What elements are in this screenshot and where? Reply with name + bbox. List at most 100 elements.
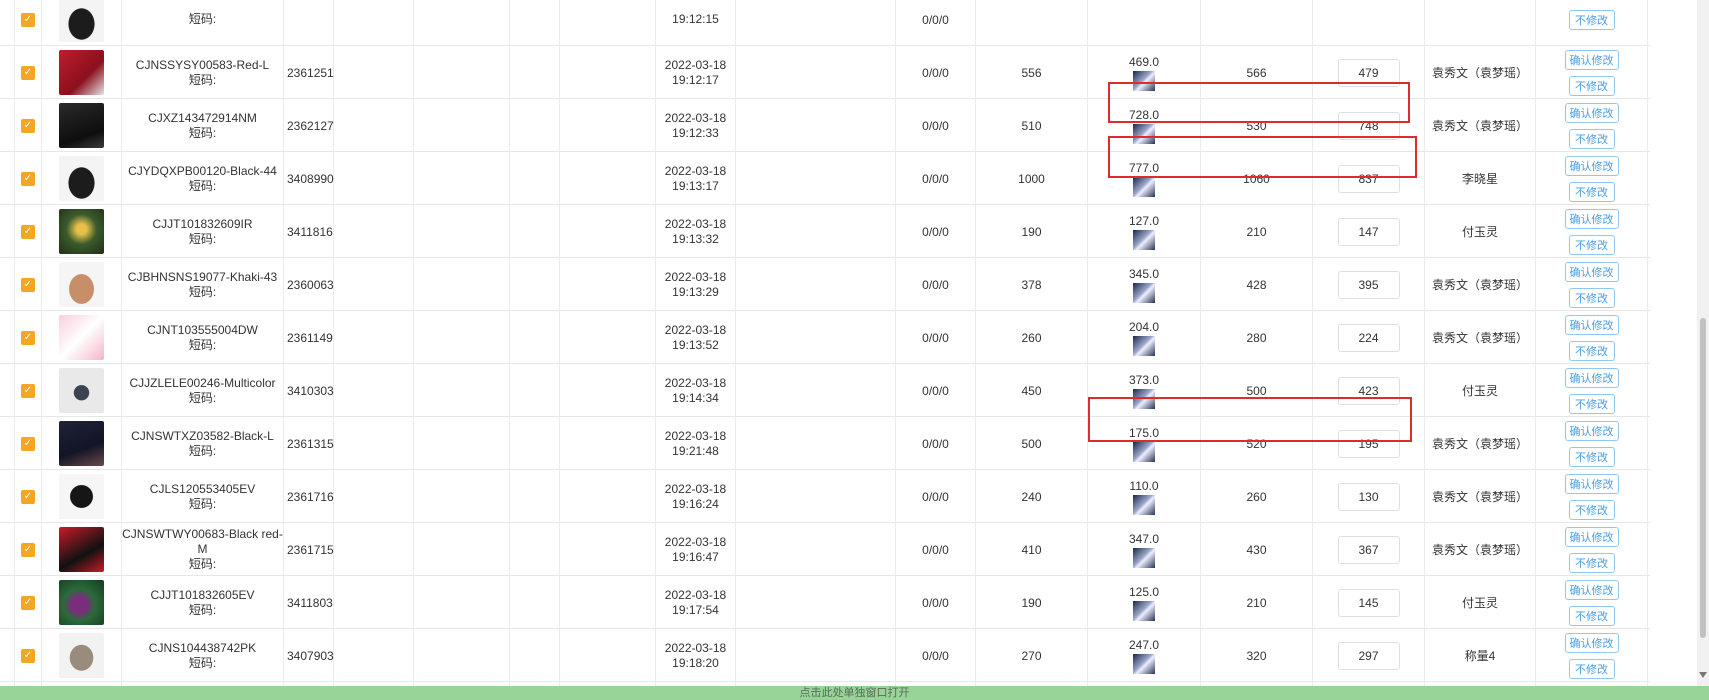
no-modify-button[interactable]: 不修改 bbox=[1568, 393, 1615, 414]
sku-text: CJJZLELE00246-Multicolor bbox=[129, 375, 276, 390]
confirm-modify-button[interactable]: 确认修改 bbox=[1564, 261, 1619, 282]
confirm-modify-button[interactable]: 确认修改 bbox=[1564, 526, 1619, 547]
weight-input[interactable]: 297 bbox=[1337, 641, 1400, 670]
highlight-box bbox=[1108, 136, 1417, 178]
weight-input[interactable]: 367 bbox=[1337, 535, 1400, 564]
confirm-modify-button[interactable]: 确认修改 bbox=[1564, 473, 1619, 494]
empty-cell bbox=[736, 417, 896, 470]
sku-text: CJBHNSNS19077-Khaki-43 bbox=[127, 269, 278, 284]
caret-down-icon[interactable] bbox=[1699, 672, 1707, 678]
confirm-modify-button[interactable]: 确认修改 bbox=[1564, 579, 1619, 600]
weight-input[interactable]: 395 bbox=[1337, 270, 1400, 299]
check-icon[interactable]: ✓ bbox=[21, 330, 35, 345]
check-icon[interactable]: ✓ bbox=[21, 383, 35, 398]
open-in-window-bar[interactable]: 点击此处单独窗口打开 bbox=[0, 686, 1709, 700]
sku-text: CJNT103555004DW bbox=[147, 322, 258, 337]
product-thumbnail bbox=[59, 0, 104, 42]
price-cell: 247.0 bbox=[1088, 629, 1201, 682]
confirm-modify-button[interactable]: 确认修改 bbox=[1564, 632, 1619, 653]
no-modify-button[interactable]: 不修改 bbox=[1568, 181, 1615, 202]
datetime-cell: 2022-03-18 19:13:29 bbox=[656, 258, 736, 311]
check-icon[interactable]: ✓ bbox=[21, 118, 35, 133]
sku-cell: CJJT101832609IR 短码: bbox=[122, 205, 284, 258]
check-icon[interactable]: ✓ bbox=[21, 65, 35, 80]
weight-photo[interactable] bbox=[1133, 229, 1155, 250]
scrollbar-thumb[interactable] bbox=[1700, 318, 1706, 638]
ratio-cell: 0/0/0 bbox=[896, 311, 976, 364]
weight-photo[interactable] bbox=[1133, 653, 1155, 674]
action-cell: 确认修改 不修改 bbox=[1536, 46, 1648, 99]
vertical-scrollbar[interactable] bbox=[1697, 0, 1709, 700]
ratio-cell: 0/0/0 bbox=[896, 629, 976, 682]
select-cell: ✓ bbox=[14, 0, 42, 46]
ratio-cell: 0/0/0 bbox=[896, 417, 976, 470]
operator-cell: 付玉灵 bbox=[1425, 364, 1536, 417]
weight-photo[interactable] bbox=[1133, 547, 1155, 568]
quantity-text: 500 bbox=[1021, 436, 1042, 451]
no-modify-button[interactable]: 不修改 bbox=[1568, 287, 1615, 308]
confirm-modify-button[interactable]: 确认修改 bbox=[1564, 102, 1619, 123]
operator-cell: 付玉灵 bbox=[1425, 205, 1536, 258]
total-cell: 260 bbox=[1201, 470, 1313, 523]
weight-photo[interactable] bbox=[1133, 335, 1155, 356]
price-cell: 204.0 bbox=[1088, 311, 1201, 364]
weight-photo[interactable] bbox=[1133, 600, 1155, 621]
confirm-modify-button[interactable]: 确认修改 bbox=[1564, 367, 1619, 388]
check-icon[interactable]: ✓ bbox=[21, 224, 35, 239]
no-modify-button[interactable]: 不修改 bbox=[1568, 234, 1615, 255]
thumbnail-cell bbox=[42, 99, 122, 152]
weight-input[interactable]: 147 bbox=[1337, 217, 1400, 246]
no-modify-button[interactable]: 不修改 bbox=[1568, 340, 1615, 361]
empty-cell bbox=[334, 205, 414, 258]
no-modify-button[interactable]: 不修改 bbox=[1568, 658, 1615, 679]
confirm-modify-button[interactable]: 确认修改 bbox=[1564, 49, 1619, 70]
short-code-label: 短码: bbox=[188, 655, 217, 670]
thumbnail-cell bbox=[42, 417, 122, 470]
weight-photo[interactable] bbox=[1133, 176, 1155, 197]
no-modify-button[interactable]: 不修改 bbox=[1568, 75, 1615, 96]
short-code-label: 短码: bbox=[188, 390, 217, 405]
check-icon[interactable]: ✓ bbox=[21, 171, 35, 186]
short-code-label: 短码: bbox=[188, 72, 217, 87]
no-modify-button[interactable]: 不修改 bbox=[1568, 446, 1615, 467]
id-cell: 2361251 bbox=[284, 46, 334, 99]
check-icon[interactable]: ✓ bbox=[21, 542, 35, 557]
id-cell: 2362127 bbox=[284, 99, 334, 152]
empty-cell bbox=[334, 576, 414, 629]
weight-photo[interactable] bbox=[1133, 441, 1155, 462]
quantity-cell: 410 bbox=[976, 523, 1088, 576]
check-icon[interactable]: ✓ bbox=[21, 595, 35, 610]
weight-photo[interactable] bbox=[1133, 494, 1155, 515]
confirm-modify-button[interactable]: 确认修改 bbox=[1564, 420, 1619, 441]
weight-input[interactable]: 224 bbox=[1337, 323, 1400, 352]
highlight-box bbox=[1088, 397, 1412, 442]
short-code-label: 短码: bbox=[188, 496, 217, 511]
check-icon[interactable]: ✓ bbox=[21, 489, 35, 504]
time-text: 19:13:29 bbox=[672, 284, 719, 299]
no-modify-button[interactable]: 不修改 bbox=[1568, 9, 1615, 30]
empty-cell bbox=[334, 99, 414, 152]
check-icon[interactable]: ✓ bbox=[21, 12, 35, 27]
id-cell: 3407903 bbox=[284, 629, 334, 682]
check-icon[interactable]: ✓ bbox=[21, 277, 35, 292]
ratio-cell: 0/0/0 bbox=[896, 46, 976, 99]
no-modify-button[interactable]: 不修改 bbox=[1568, 499, 1615, 520]
no-modify-button[interactable]: 不修改 bbox=[1568, 605, 1615, 626]
time-text: 19:16:47 bbox=[672, 549, 719, 564]
thumbnail-cell bbox=[42, 576, 122, 629]
confirm-modify-button[interactable]: 确认修改 bbox=[1564, 314, 1619, 335]
check-icon[interactable]: ✓ bbox=[21, 436, 35, 451]
empty-cell bbox=[560, 311, 656, 364]
confirm-modify-button[interactable]: 确认修改 bbox=[1564, 155, 1619, 176]
no-modify-button[interactable]: 不修改 bbox=[1568, 552, 1615, 573]
confirm-modify-button[interactable]: 确认修改 bbox=[1564, 208, 1619, 229]
weight-input[interactable]: 130 bbox=[1337, 482, 1400, 511]
weight-input[interactable]: 145 bbox=[1337, 588, 1400, 617]
operator-cell: 李晓星 bbox=[1425, 152, 1536, 205]
action-cell: 确认修改 不修改 bbox=[1536, 576, 1648, 629]
check-icon[interactable]: ✓ bbox=[21, 648, 35, 663]
select-cell: ✓ bbox=[14, 152, 42, 205]
operator-cell bbox=[1425, 0, 1536, 46]
no-modify-button[interactable]: 不修改 bbox=[1568, 128, 1615, 149]
weight-photo[interactable] bbox=[1133, 282, 1155, 303]
